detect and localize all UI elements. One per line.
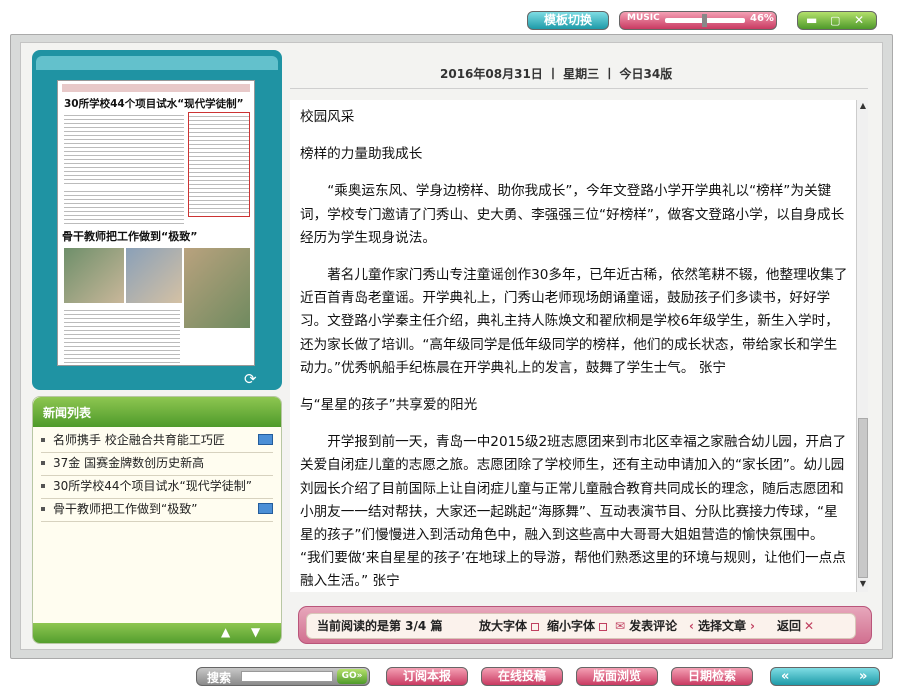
refresh-icon[interactable]: ⟳: [244, 370, 257, 388]
page-side-box: [188, 112, 250, 217]
maximize-icon[interactable]: ▢: [830, 12, 840, 29]
article-content: 校园风采 榜样的力量助我成长 “乘奥运东风、学身边榜样、助你我成长”，今年文登路…: [290, 100, 856, 592]
close-icon[interactable]: ✕: [854, 12, 864, 29]
article-paragraph: 著名儿童作家门秀山专注童谣创作30多年，已年近古稀，依然笔耕不辍，他整理收集了近…: [300, 267, 848, 376]
shrink-font-button[interactable]: 缩小字体: [547, 614, 608, 639]
close-icon: ✕: [804, 619, 815, 633]
search-label: 搜索: [207, 671, 232, 685]
page-text-block: [64, 112, 184, 184]
page-nav-control: « »: [770, 667, 880, 686]
news-item[interactable]: 30所学校44个项目试水“现代学徒制”: [41, 475, 273, 499]
news-list-title: 新闻列表: [43, 406, 92, 420]
select-article-button[interactable]: ‹ 选择文章 ›: [689, 614, 755, 639]
page-banner-headline: 30所学校44个项目试水“现代学徒制”: [64, 98, 244, 110]
scrollbar-thumb[interactable]: [858, 418, 868, 578]
template-switch-button[interactable]: 模板切换: [527, 11, 609, 30]
comment-button[interactable]: ✉ 发表评论: [615, 614, 677, 639]
chevron-left-icon: ‹: [689, 619, 694, 633]
page-text-block: [64, 307, 180, 363]
minus-icon: [599, 622, 608, 631]
newspaper-page-image[interactable]: 30所学校44个项目试水“现代学徒制” 骨干教师把工作做到“极致”: [57, 80, 255, 366]
date-search-label: 日期检索: [687, 669, 736, 683]
bullet-icon: [41, 484, 45, 488]
search-input[interactable]: [241, 671, 333, 682]
news-item-title: 37金 国赛金牌数创历史新高: [53, 456, 205, 470]
page-photo: [126, 248, 182, 303]
plus-icon: [531, 622, 540, 631]
search-go-button[interactable]: GO»: [337, 669, 367, 684]
mail-icon: ✉: [615, 619, 626, 633]
date-line: 2016年08月31日 丨 星期三 丨 今日34版: [440, 67, 673, 81]
page-photo: [184, 248, 250, 328]
subscribe-button[interactable]: 订阅本报: [386, 667, 468, 686]
news-list-footer: ▲ ▼: [33, 623, 281, 643]
comment-label: 发表评论: [629, 619, 678, 633]
music-volume-handle[interactable]: [702, 14, 707, 27]
news-item-title: 名师携手 校企融合共育能工巧匠: [53, 433, 225, 447]
news-item-title: 骨干教师把工作做到“极致”: [53, 502, 198, 516]
scroll-up-icon[interactable]: ▲: [221, 625, 230, 639]
subscribe-label: 订阅本报: [402, 669, 451, 683]
back-button[interactable]: 返回 ✕: [777, 614, 814, 639]
submit-article-label: 在线投稿: [497, 669, 546, 683]
news-item-title: 30所学校44个项目试水“现代学徒制”: [53, 479, 252, 493]
page-photo: [64, 248, 124, 303]
chevron-right-icon: ›: [749, 619, 755, 633]
next-page-icon[interactable]: »: [859, 668, 867, 685]
news-item[interactable]: 骨干教师把工作做到“极致”: [41, 498, 273, 522]
scroll-up-arrow-icon[interactable]: ▲: [858, 100, 868, 112]
article-section: 校园风采: [300, 109, 355, 125]
double-chevron-icon: »: [356, 671, 363, 681]
search-box: 搜索 GO»: [196, 667, 370, 686]
page-second-headline: 骨干教师把工作做到“极致”: [62, 230, 198, 243]
news-item[interactable]: 名师携手 校企融合共育能工巧匠: [41, 429, 273, 453]
news-list-panel: 新闻列表 名师携手 校企融合共育能工巧匠 37金 国赛金牌数创历史新高 30所学…: [32, 396, 282, 644]
browse-pages-label: 版面浏览: [592, 669, 641, 683]
article-title: 与“星星的孩子”共享爱的阳光: [300, 397, 478, 414]
back-label: 返回: [777, 619, 802, 633]
page-header-strip: [62, 84, 250, 92]
enlarge-font-button[interactable]: 放大字体: [479, 614, 540, 639]
divider: [290, 88, 868, 89]
reading-toolbar-inner: 当前阅读的是第 3/4 篇 放大字体 缩小字体 ✉ 发表评论 ‹ 选择文章 › 返回 ✕: [306, 613, 856, 639]
news-item[interactable]: 37金 国赛金牌数创历史新高: [41, 452, 273, 476]
shrink-font-label: 缩小字体: [547, 619, 596, 633]
previous-page-icon[interactable]: «: [781, 668, 789, 685]
window-controls: ▬ ▢ ✕: [797, 11, 877, 30]
article-scrollbar[interactable]: ▲ ▼: [856, 100, 868, 592]
search-go-label: GO: [341, 671, 357, 681]
enlarge-font-label: 放大字体: [479, 619, 528, 633]
select-article-label: 选择文章: [697, 619, 746, 633]
bullet-icon: [41, 461, 45, 465]
date-search-button[interactable]: 日期检索: [671, 667, 753, 686]
music-label: MUSIC: [627, 13, 660, 23]
scroll-down-icon[interactable]: ▼: [251, 625, 260, 639]
scroll-down-arrow-icon[interactable]: ▼: [858, 578, 868, 590]
article-paragraph: 开学报到前一天，青岛一中2015级2班志愿团来到市北区幸福之家融合幼儿园，开启了…: [300, 434, 847, 590]
article-paragraph: “乘奥运东风、学身边榜样、助你我成长”，今年文登路小学开学典礼以“榜样”为关键词…: [300, 183, 845, 246]
panel-highlight: [36, 56, 278, 70]
bullet-icon: [41, 438, 45, 442]
news-list-header: 新闻列表: [33, 397, 281, 427]
article-title: 榜样的力量助我成长: [300, 146, 423, 163]
music-volume-value: 46%: [750, 13, 774, 24]
reading-status: 当前阅读的是第 3/4 篇: [317, 619, 443, 633]
submit-article-button[interactable]: 在线投稿: [481, 667, 563, 686]
minimize-icon[interactable]: ▬: [806, 12, 817, 29]
music-control: MUSIC 46%: [619, 11, 777, 30]
image-icon: [258, 434, 273, 445]
template-switch-label: 模板切换: [543, 13, 592, 27]
image-icon: [258, 503, 273, 514]
browse-pages-button[interactable]: 版面浏览: [576, 667, 658, 686]
bullet-icon: [41, 507, 45, 511]
page-text-block: [64, 188, 184, 224]
